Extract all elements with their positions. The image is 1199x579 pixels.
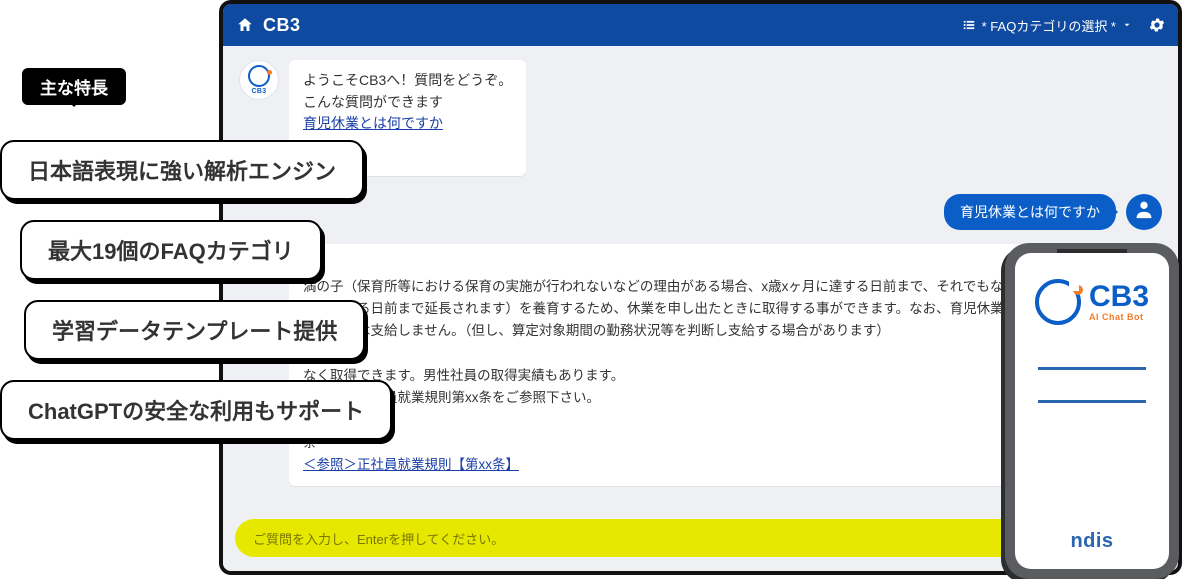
feature-pill-2: 最大19個のFAQカテゴリ [20,220,322,280]
app-title: CB3 [263,15,301,36]
cb3-ring-icon [1035,279,1081,325]
bot-message-row: CB3 ようこそCB3へ！質問をどうぞ。 こんな質問ができます 育児休業とは何で… [223,46,1178,186]
user-message-row: 育児休業とは何ですか [223,186,1178,238]
suggested-question-link[interactable]: 育児休業とは何ですか [303,115,443,131]
phone-logo-text: CB3 [1089,282,1149,312]
reference-link[interactable]: ＜参照＞正社員就業規則【第xx条】 [303,457,519,472]
phone-fields [1038,367,1146,433]
list-icon [962,18,976,32]
settings-button[interactable] [1148,16,1166,34]
window-titlebar: CB3 * FAQカテゴリの選択 * [223,4,1178,46]
phone-field-2[interactable] [1038,400,1146,403]
feature-pill-4: ChatGPTの安全な利用もサポート [0,380,392,440]
phone-screen: CB3 AI Chat Bot ndis [1015,253,1169,569]
phone-field-1[interactable] [1038,367,1146,370]
phone-brand: ndis [1015,530,1169,553]
welcome-line-2: こんな質問ができます [303,92,512,114]
home-icon[interactable] [235,15,255,35]
user-bubble: 育児休業とは何ですか [944,194,1116,230]
input-placeholder: ご質問を入力し、Enterを押してください。 [253,529,504,548]
phone-mockup: CB3 AI Chat Bot ndis [1005,243,1179,579]
user-avatar [1126,194,1162,230]
chevron-down-icon [1122,20,1132,30]
bot-avatar: CB3 [239,60,279,100]
faq-category-selector[interactable]: * FAQカテゴリの選択 * [956,12,1138,39]
faq-selector-label: * FAQカテゴリの選択 * [982,16,1116,35]
phone-logo-sub: AI Chat Bot [1089,312,1149,322]
features-badge: 主な特長 [22,68,126,105]
phone-logo: CB3 AI Chat Bot [1035,279,1149,325]
person-icon [1133,198,1155,225]
welcome-line-1: ようこそCB3へ！質問をどうぞ。 [303,70,512,92]
feature-pill-3: 学習データテンプレート提供 [24,300,365,360]
gear-icon [1148,16,1166,34]
feature-pill-1: 日本語表現に強い解析エンジン [0,140,364,200]
